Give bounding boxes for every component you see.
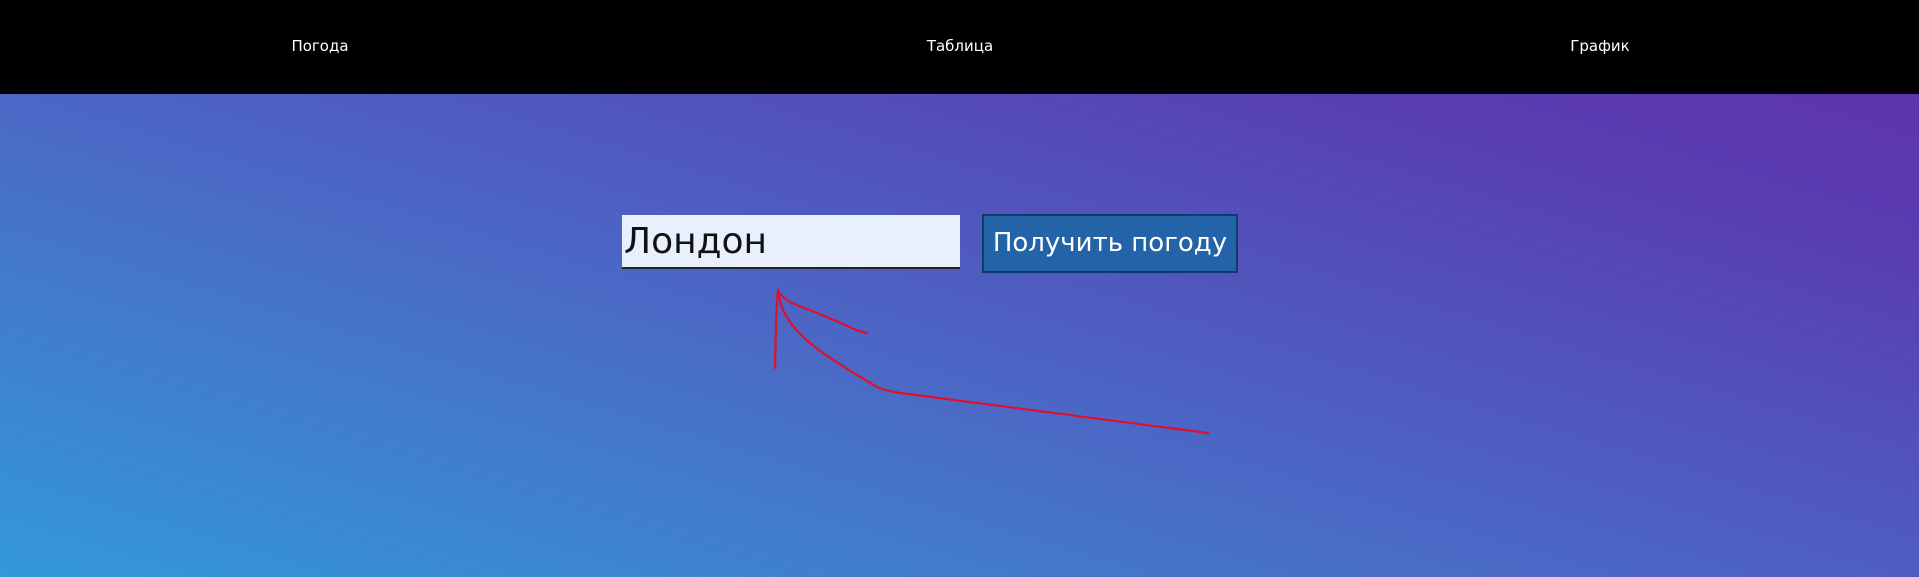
top-navigation: Погода Таблица График [0,0,1919,94]
nav-link-weather[interactable]: Погода [291,37,348,55]
city-input[interactable] [622,215,960,269]
page-background: Погода Таблица График Получить погоду [0,0,1919,577]
nav-link-table[interactable]: Таблица [927,37,993,55]
arrow-head-right [776,288,869,335]
get-weather-button[interactable]: Получить погоду [982,214,1238,273]
arrow-head-left [773,288,780,370]
arrow-shaft [776,288,1210,435]
nav-link-chart[interactable]: График [1570,37,1630,55]
